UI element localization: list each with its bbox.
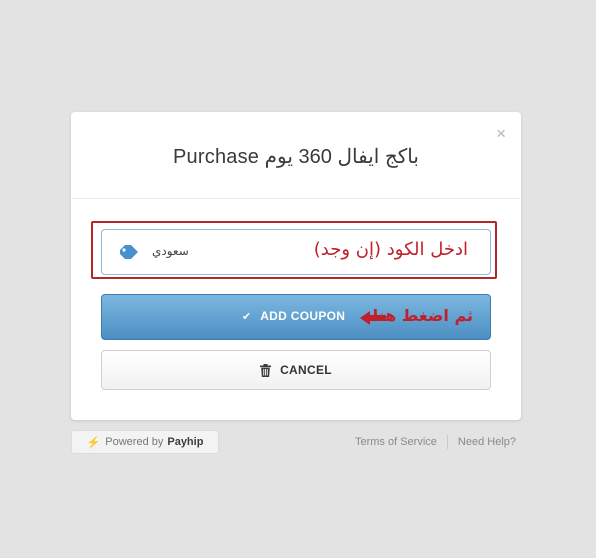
need-help-link[interactable]: Need Help? [458, 436, 516, 448]
add-coupon-button[interactable]: ✔ ADD COUPON ثم اضغط هنا [101, 294, 491, 340]
powered-by-badge[interactable]: ⚡ Powered by Payhip [71, 430, 219, 454]
cancel-button[interactable]: CANCEL [101, 350, 491, 390]
check-icon: ✔ [242, 310, 252, 323]
close-icon[interactable]: × [496, 125, 506, 142]
add-coupon-annotation-text: ثم اضغط هنا [372, 306, 473, 325]
footer-links: Terms of Service Need Help? [355, 435, 516, 449]
coupon-input[interactable]: سعودي ادخل الكود (إن وجد) [101, 229, 491, 275]
modal-title: باكج ايفال 360 يوم Purchase [173, 145, 419, 168]
terms-of-service-link[interactable]: Terms of Service [355, 436, 437, 448]
powered-by-brand: Payhip [167, 436, 204, 448]
purchase-modal: باكج ايفال 360 يوم Purchase × سعودي ادخل… [71, 112, 521, 420]
modal-header: باكج ايفال 360 يوم Purchase × [71, 112, 521, 199]
bolt-icon: ⚡ [86, 436, 101, 449]
powered-by-prefix: Powered by [105, 436, 164, 448]
add-coupon-label: ADD COUPON [260, 309, 346, 323]
coupon-annotation-text: ادخل الكود (إن وجد) [313, 239, 468, 260]
add-coupon-inner: ✔ ADD COUPON [242, 309, 345, 323]
cancel-label: CANCEL [280, 363, 332, 377]
tag-icon [118, 243, 140, 266]
coupon-value: سعودي [152, 244, 189, 258]
footer-divider [446, 435, 448, 449]
trash-icon [260, 363, 272, 377]
